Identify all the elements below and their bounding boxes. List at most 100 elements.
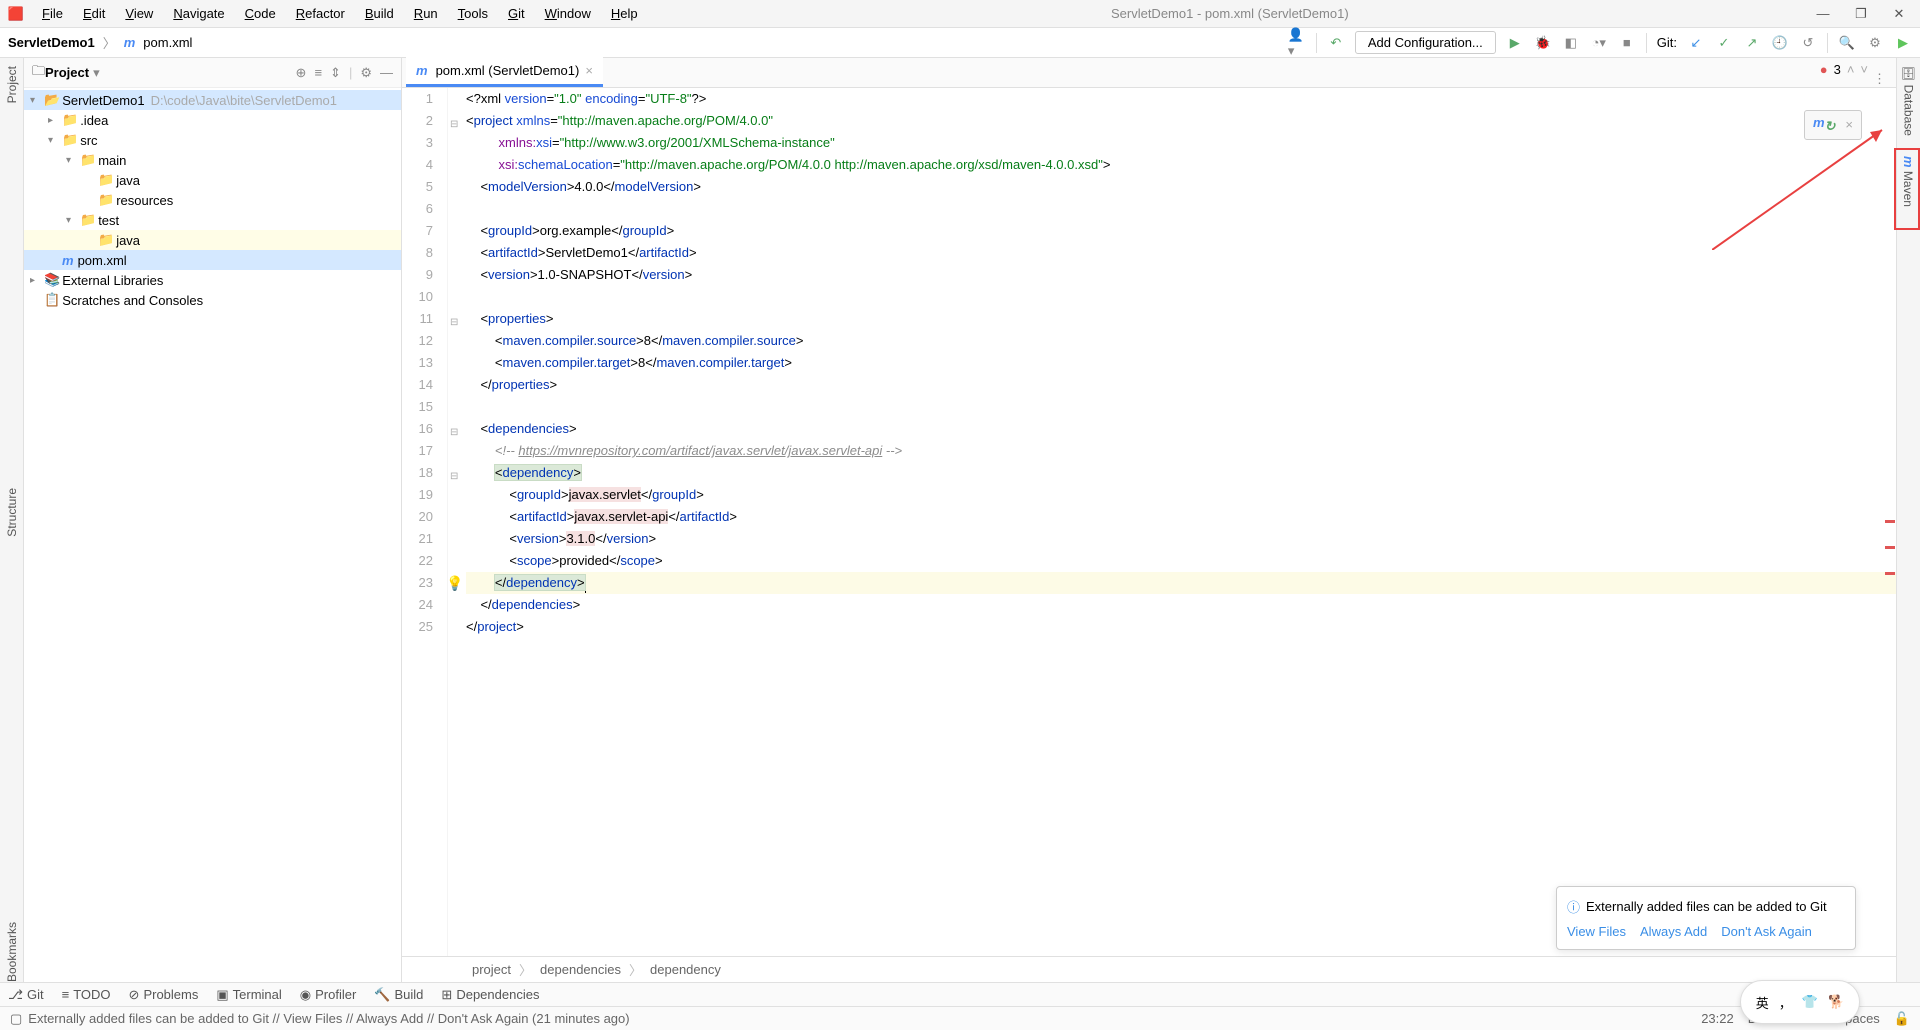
code-editor[interactable]: 1234567891011121314151617181920212223242… bbox=[402, 88, 1896, 956]
debug-icon[interactable]: 🐞 bbox=[1534, 34, 1552, 52]
tree-item-scratches-and-consoles[interactable]: 📋Scratches and Consoles bbox=[24, 290, 401, 310]
git-history-icon[interactable]: 🕘 bbox=[1771, 34, 1789, 52]
separator bbox=[1827, 33, 1828, 53]
tree-item-servletdemo1[interactable]: ▾📂ServletDemo1D:\code\Java\bite\ServletD… bbox=[24, 90, 401, 110]
chevron-down-icon[interactable]: ▾ bbox=[93, 65, 100, 81]
hide-icon[interactable]: — bbox=[380, 65, 393, 81]
intention-bulb-icon[interactable]: 💡 bbox=[446, 572, 463, 594]
ime-shirt-icon: 👕 bbox=[1802, 994, 1818, 1010]
bottom-tab-problems[interactable]: ⊘Problems bbox=[129, 987, 199, 1003]
separator bbox=[1646, 33, 1647, 53]
notification-popup: ⓘ Externally added files can be added to… bbox=[1556, 886, 1856, 950]
project-sidebar: 🗀 Project ▾ ⊕ ≡ ⇕ | ⚙ — ▾📂ServletDemo1D:… bbox=[24, 58, 402, 982]
tree-item-test[interactable]: ▾📁test bbox=[24, 210, 401, 230]
add-configuration-button[interactable]: Add Configuration... bbox=[1355, 31, 1496, 54]
menu-run[interactable]: Run bbox=[406, 4, 446, 23]
git-update-icon[interactable]: ↙ bbox=[1687, 34, 1705, 52]
menu-edit[interactable]: Edit bbox=[75, 4, 113, 23]
editor-tabs: m pom.xml (ServletDemo1) × ⋮ bbox=[402, 58, 1896, 88]
bottom-tab-todo[interactable]: ≡TODO bbox=[62, 987, 111, 1002]
bottom-tab-profiler[interactable]: ◉Profiler bbox=[300, 987, 357, 1003]
menu-view[interactable]: View bbox=[117, 4, 161, 23]
status-message: Externally added files can be added to G… bbox=[28, 1011, 629, 1026]
run-anything-icon[interactable]: ▶ bbox=[1894, 34, 1912, 52]
line-gutter[interactable]: 1234567891011121314151617181920212223242… bbox=[402, 88, 448, 956]
status-icon[interactable]: ▢ bbox=[10, 1011, 22, 1027]
menu-help[interactable]: Help bbox=[603, 4, 646, 23]
breadcrumb-file[interactable]: pom.xml bbox=[143, 35, 192, 50]
user-icon[interactable]: 👤▾ bbox=[1288, 34, 1306, 52]
menu-navigate[interactable]: Navigate bbox=[165, 4, 232, 23]
rail-database[interactable]: 🗄 Database bbox=[1902, 66, 1916, 136]
inspection-widget[interactable]: ● 3 ˄ ˅ bbox=[1820, 62, 1868, 77]
menu-tools[interactable]: Tools bbox=[450, 4, 496, 23]
close-tab-icon[interactable]: × bbox=[585, 63, 593, 78]
sidebar-title[interactable]: Project bbox=[45, 65, 89, 80]
notif-link-view-files[interactable]: View Files bbox=[1567, 924, 1626, 939]
git-rollback-icon[interactable]: ↺ bbox=[1799, 34, 1817, 52]
caret-position[interactable]: 23:22 bbox=[1701, 1011, 1734, 1027]
rail-bookmarks[interactable]: Bookmarks bbox=[5, 922, 19, 982]
ime-sep: ， bbox=[1779, 993, 1792, 1012]
tree-item--idea[interactable]: ▸📁.idea bbox=[24, 110, 401, 130]
collapse-icon[interactable]: ⇕ bbox=[330, 65, 341, 81]
search-icon[interactable]: 🔍 bbox=[1838, 34, 1856, 52]
next-error-icon[interactable]: ˅ bbox=[1860, 62, 1868, 77]
select-file-icon[interactable]: ⊕ bbox=[296, 65, 307, 81]
bottom-tab-build[interactable]: 🔨Build bbox=[374, 987, 423, 1003]
coverage-icon[interactable]: ◧ bbox=[1562, 34, 1580, 52]
menu-code[interactable]: Code bbox=[237, 4, 284, 23]
run-icon[interactable]: ▶ bbox=[1506, 34, 1524, 52]
back-icon[interactable]: ↶ bbox=[1327, 34, 1345, 52]
stop-icon[interactable]: ■ bbox=[1618, 34, 1636, 52]
bottom-tab-dependencies[interactable]: ⊞Dependencies bbox=[441, 987, 539, 1003]
notif-link-always-add[interactable]: Always Add bbox=[1640, 924, 1707, 939]
tree-item-external-libraries[interactable]: ▸📚External Libraries bbox=[24, 270, 401, 290]
menu-refactor[interactable]: Refactor bbox=[288, 4, 353, 23]
close-icon[interactable]: ✕ bbox=[1890, 6, 1908, 22]
fold-column[interactable]: ⊟⊟⊟⊟ bbox=[448, 88, 466, 956]
maximize-icon[interactable]: ❐ bbox=[1852, 6, 1870, 22]
settings-icon[interactable]: ⚙ bbox=[1866, 34, 1884, 52]
git-push-icon[interactable]: ↗ bbox=[1743, 34, 1761, 52]
rail-project[interactable]: Project bbox=[5, 66, 19, 103]
profile-icon[interactable]: ◔▾ bbox=[1590, 34, 1608, 52]
bottom-tab-git[interactable]: ⎇Git bbox=[8, 987, 44, 1003]
menu-git[interactable]: Git bbox=[500, 4, 533, 23]
menu-build[interactable]: Build bbox=[357, 4, 402, 23]
tab-pom-xml[interactable]: m pom.xml (ServletDemo1) × bbox=[406, 57, 603, 87]
breadcrumb-root[interactable]: ServletDemo1 bbox=[8, 35, 95, 50]
window-controls: — ❐ ✕ bbox=[1814, 6, 1920, 22]
editor-breadcrumbs[interactable]: project〉dependencies〉dependency bbox=[402, 956, 1896, 982]
project-tree[interactable]: ▾📂ServletDemo1D:\code\Java\bite\ServletD… bbox=[24, 88, 401, 982]
readonly-icon[interactable]: 🔓 bbox=[1894, 1011, 1910, 1027]
crumb-project[interactable]: project bbox=[472, 962, 511, 977]
code-content[interactable]: <?xml version="1.0" encoding="UTF-8"?><p… bbox=[466, 88, 1896, 956]
git-commit-icon[interactable]: ✓ bbox=[1715, 34, 1733, 52]
rail-structure[interactable]: Structure bbox=[5, 488, 19, 537]
tree-item-java[interactable]: 📁java bbox=[24, 170, 401, 190]
tree-item-pom-xml[interactable]: mpom.xml bbox=[24, 250, 401, 270]
menu-file[interactable]: File bbox=[34, 4, 71, 23]
minimize-icon[interactable]: — bbox=[1814, 6, 1832, 22]
bottom-tab-terminal[interactable]: ▣Terminal bbox=[216, 987, 281, 1003]
separator bbox=[1316, 33, 1317, 53]
crumb-dependencies[interactable]: dependencies bbox=[540, 962, 621, 977]
ime-dog-icon: 🐕 bbox=[1828, 994, 1844, 1010]
git-label: Git: bbox=[1657, 35, 1677, 50]
menu-window[interactable]: Window bbox=[537, 4, 599, 23]
tree-item-resources[interactable]: 📁resources bbox=[24, 190, 401, 210]
notification-title: Externally added files can be added to G… bbox=[1586, 899, 1827, 914]
ime-indicator[interactable]: 英 ， 👕 🐕 bbox=[1740, 980, 1860, 1024]
folder-icon: 🗀 bbox=[32, 62, 45, 84]
tree-item-main[interactable]: ▾📁main bbox=[24, 150, 401, 170]
crumb-dependency[interactable]: dependency bbox=[650, 962, 721, 977]
tree-item-java[interactable]: 📁java bbox=[24, 230, 401, 250]
expand-icon[interactable]: ≡ bbox=[314, 65, 322, 81]
tree-item-src[interactable]: ▾📁src bbox=[24, 130, 401, 150]
main-menu: FileEditViewNavigate CodeRefactorBuildRun… bbox=[28, 4, 646, 23]
notif-link-don-t-ask-again[interactable]: Don't Ask Again bbox=[1721, 924, 1812, 939]
prev-error-icon[interactable]: ˄ bbox=[1847, 62, 1855, 77]
error-count: 3 bbox=[1834, 62, 1841, 77]
gear-icon[interactable]: ⚙ bbox=[360, 65, 372, 81]
